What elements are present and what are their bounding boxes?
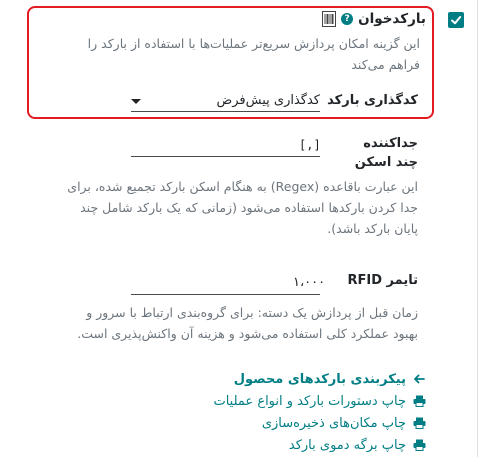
- barcode-icon: [322, 11, 337, 27]
- print-barcode-commands-link[interactable]: چاپ دستورات بارکد و انواع عملیات: [106, 390, 426, 412]
- rfid-timer-input-underline: [131, 294, 320, 295]
- setting-description: این گزینه امکان پردازش سریع‌تر عملیات‌ها…: [87, 36, 420, 72]
- setting-title-row: بارکدخوان ?: [86, 11, 426, 27]
- encoding-label: کدگذاری بارکد: [327, 93, 418, 108]
- print-barcode-demo-sheet-link[interactable]: چاپ برگه دموی بارکد: [106, 434, 426, 456]
- link-label: چاپ مکان‌های ذخیره‌سازی: [261, 415, 406, 431]
- check-icon: [451, 16, 462, 25]
- separator-label-line1: جداکننده: [363, 136, 418, 151]
- print-storage-locations-link[interactable]: چاپ مکان‌های ذخیره‌سازی: [106, 412, 426, 434]
- link-label: پیکربندی بارکدهای محصول: [233, 371, 406, 387]
- rfid-timer-input[interactable]: ۱،۰۰۰: [293, 275, 325, 290]
- printer-icon: [412, 395, 426, 407]
- encoding-select-value[interactable]: کدگذاری پیش‌فرض: [217, 93, 320, 108]
- separator-label-line2: چند اسکن: [354, 155, 418, 170]
- configure-product-barcodes-link[interactable]: پیکربندی بارکدهای محصول: [106, 368, 426, 390]
- link-label: چاپ برگه دموی بارکد: [288, 437, 406, 453]
- settings-panel: بارکدخوان ? این گزینه امکان پردازش سریع‌…: [0, 0, 496, 457]
- setting-title: بارکدخوان: [358, 11, 426, 27]
- separator-description: این عبارت باقاعده (Regex) به هنگام اسکن …: [67, 179, 418, 236]
- barcode-scanner-checkbox[interactable]: [448, 12, 464, 28]
- rfid-timer-description: زمان قبل از پردازش یک دسته: برای گروه‌بن…: [77, 305, 418, 341]
- rfid-timer-label: تایمر RFID: [347, 273, 418, 288]
- separator-input-underline: [131, 156, 320, 157]
- chevron-down-icon[interactable]: [131, 99, 141, 104]
- printer-icon: [412, 439, 426, 451]
- link-label: چاپ دستورات بارکد و انواع عملیات: [213, 393, 406, 409]
- encoding-select-underline: [131, 111, 320, 112]
- arrow-left-icon: [412, 373, 426, 385]
- help-circle-icon[interactable]: ?: [341, 13, 354, 25]
- action-links: پیکربندی بارکدهای محصول چاپ دستورات بارک…: [106, 368, 426, 456]
- printer-icon: [412, 417, 426, 429]
- column-divider: [477, 0, 478, 457]
- separator-input[interactable]: [,]: [299, 138, 321, 152]
